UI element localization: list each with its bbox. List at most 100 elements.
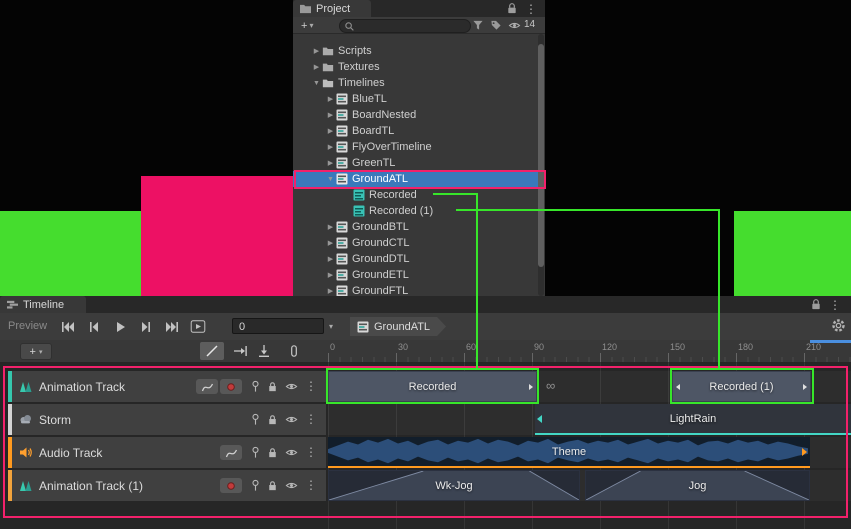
create-asset-button[interactable]: +▾ bbox=[297, 19, 317, 32]
tree-item-bluetl[interactable]: ▶BlueTL bbox=[293, 91, 538, 107]
track-menu-icon[interactable]: ⋮ bbox=[305, 379, 317, 393]
collapse-arrow-icon[interactable]: ▼ bbox=[325, 176, 336, 183]
scene-green-block-right bbox=[734, 211, 851, 296]
track-header-storm[interactable]: Storm ⋮ bbox=[8, 404, 326, 435]
tree-item-grounddtl[interactable]: ▶GroundDTL bbox=[293, 251, 538, 267]
expand-arrow-icon[interactable]: ▶ bbox=[311, 47, 322, 55]
expand-arrow-icon[interactable]: ▶ bbox=[325, 111, 336, 119]
mix-mode-button[interactable] bbox=[200, 342, 224, 360]
expand-arrow-icon[interactable]: ▶ bbox=[325, 143, 336, 151]
hold-infinity-indicator: ∞ bbox=[546, 378, 555, 393]
expand-arrow-icon[interactable]: ▶ bbox=[311, 63, 322, 71]
tree-item-recorded[interactable]: Recorded bbox=[293, 187, 538, 203]
visibility-count: 14 bbox=[524, 19, 535, 30]
eye-icon[interactable] bbox=[285, 446, 298, 459]
project-toolbar: +▾ 14 bbox=[293, 17, 545, 34]
lock-icon[interactable] bbox=[266, 413, 279, 426]
track-curves-button[interactable] bbox=[220, 445, 242, 460]
marker-track-toggle[interactable] bbox=[282, 342, 306, 360]
play-range-button[interactable] bbox=[186, 318, 210, 335]
timeline-asset-icon bbox=[336, 109, 348, 121]
track-header-animation[interactable]: Animation Track ⋮ bbox=[8, 371, 326, 402]
track-menu-icon[interactable]: ⋮ bbox=[305, 445, 317, 459]
search-input[interactable] bbox=[339, 19, 471, 33]
tree-item-scripts[interactable]: ▶Scripts bbox=[293, 43, 538, 59]
track-record-button[interactable] bbox=[220, 478, 242, 493]
pin-icon[interactable] bbox=[249, 446, 262, 459]
tab-project[interactable]: Project bbox=[293, 0, 371, 17]
tree-item-groundbtl[interactable]: ▶GroundBTL bbox=[293, 219, 538, 235]
goto-end-button[interactable] bbox=[160, 318, 184, 335]
tree-item-flyovertimeline[interactable]: ▶FlyOverTimeline bbox=[293, 139, 538, 155]
track-curves-button[interactable] bbox=[196, 379, 218, 394]
tree-item-timelines[interactable]: ▼Timelines bbox=[293, 75, 538, 91]
tree-item-groundatl-selected[interactable]: ▼GroundATL bbox=[293, 171, 538, 187]
lock-icon[interactable] bbox=[266, 479, 279, 492]
play-button[interactable] bbox=[108, 318, 132, 335]
track-header-animation-1[interactable]: Animation Track (1) ⋮ bbox=[8, 470, 326, 501]
eye-icon[interactable] bbox=[285, 479, 298, 492]
lock-icon[interactable] bbox=[266, 380, 279, 393]
ripple-mode-button[interactable] bbox=[228, 342, 252, 360]
tree-item-boardnested[interactable]: ▶BoardNested bbox=[293, 107, 538, 123]
tab-timeline[interactable]: Timeline bbox=[0, 296, 86, 313]
clip-recorded-1[interactable]: Recorded (1) bbox=[672, 371, 811, 402]
tree-item-groundctl[interactable]: ▶GroundCTL bbox=[293, 235, 538, 251]
preview-toggle[interactable]: Preview bbox=[8, 320, 47, 332]
track-record-button[interactable] bbox=[220, 379, 242, 394]
track-color-strip bbox=[8, 371, 12, 402]
tree-item-groundftl[interactable]: ▶GroundFTL bbox=[293, 283, 538, 296]
lock-icon[interactable] bbox=[266, 446, 279, 459]
search-by-label-icon[interactable] bbox=[489, 19, 503, 31]
goto-start-button[interactable] bbox=[56, 318, 80, 335]
search-by-type-icon[interactable] bbox=[471, 19, 485, 31]
pin-icon[interactable] bbox=[249, 479, 262, 492]
breadcrumb-groundatl[interactable]: GroundATL bbox=[350, 317, 446, 336]
tree-item-greentl[interactable]: ▶GreenTL bbox=[293, 155, 538, 171]
tree-item-recorded-1[interactable]: Recorded (1) bbox=[293, 203, 538, 219]
expand-arrow-icon[interactable]: ▶ bbox=[325, 239, 336, 247]
visibility-eye-icon[interactable] bbox=[507, 19, 521, 31]
animation-track-icon bbox=[18, 379, 33, 394]
timeline-asset-icon bbox=[336, 237, 348, 249]
previous-frame-button[interactable] bbox=[82, 318, 106, 335]
tree-item-textures[interactable]: ▶Textures bbox=[293, 59, 538, 75]
expand-arrow-icon[interactable]: ▶ bbox=[325, 127, 336, 135]
next-frame-button[interactable] bbox=[134, 318, 158, 335]
frame-field-dropdown-icon[interactable]: ▾ bbox=[329, 322, 333, 331]
duration-marker[interactable] bbox=[810, 340, 851, 343]
tree-item-groundetl[interactable]: ▶GroundETL bbox=[293, 267, 538, 283]
eye-icon[interactable] bbox=[285, 380, 298, 393]
clip-recorded[interactable]: Recorded bbox=[328, 371, 537, 402]
pin-icon[interactable] bbox=[249, 413, 262, 426]
expand-arrow-icon[interactable]: ▶ bbox=[325, 287, 336, 295]
panel-menu-kebab-icon[interactable]: ⋮ bbox=[829, 299, 841, 311]
expand-arrow-icon[interactable]: ▶ bbox=[325, 255, 336, 263]
gear-icon[interactable] bbox=[826, 317, 850, 334]
project-scrollbar[interactable] bbox=[538, 34, 544, 296]
clip-wk-jog[interactable]: Wk-Jog bbox=[328, 470, 580, 501]
clip-theme[interactable]: Theme bbox=[328, 437, 810, 468]
track-header-audio[interactable]: Audio Track ⋮ bbox=[8, 437, 326, 468]
tree-item-boardtl[interactable]: ▶BoardTL bbox=[293, 123, 538, 139]
lock-icon[interactable] bbox=[506, 2, 518, 15]
expand-arrow-icon[interactable]: ▶ bbox=[325, 223, 336, 231]
track-menu-icon[interactable]: ⋮ bbox=[305, 478, 317, 492]
add-track-button[interactable]: +▾ bbox=[20, 343, 52, 360]
eye-icon[interactable] bbox=[285, 413, 298, 426]
track-menu-icon[interactable]: ⋮ bbox=[305, 412, 317, 426]
timeline-ruler[interactable]: 0 30 60 90 120 150 180 210 bbox=[328, 340, 851, 362]
frame-field[interactable]: 0 bbox=[232, 318, 324, 334]
expand-arrow-icon[interactable]: ▶ bbox=[325, 271, 336, 279]
search-icon bbox=[344, 21, 355, 32]
pin-icon[interactable] bbox=[249, 380, 262, 393]
expand-arrow-icon[interactable]: ▶ bbox=[325, 159, 336, 167]
clip-jog[interactable]: Jog bbox=[585, 470, 810, 501]
scrollbar-thumb[interactable] bbox=[538, 44, 544, 267]
expand-arrow-icon[interactable]: ▶ bbox=[325, 95, 336, 103]
lock-icon[interactable] bbox=[810, 298, 822, 311]
collapse-arrow-icon[interactable]: ▼ bbox=[311, 80, 322, 87]
replace-mode-button[interactable] bbox=[252, 342, 276, 360]
panel-menu-kebab-icon[interactable]: ⋮ bbox=[525, 3, 537, 15]
clip-lightrain[interactable]: LightRain bbox=[535, 404, 851, 435]
